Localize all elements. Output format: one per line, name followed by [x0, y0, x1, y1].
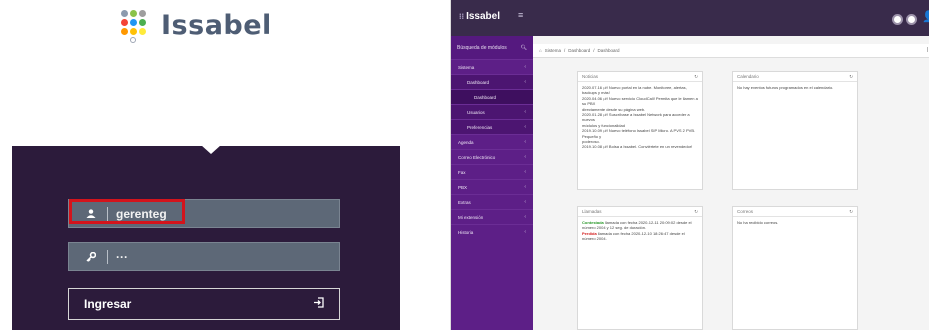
breadcrumb-item: Dashboard [597, 48, 620, 53]
widget-title: Noticias [582, 74, 599, 79]
login-logo: Issabel [119, 7, 272, 43]
logo-dots-icon: ⁝⁝ [459, 12, 465, 21]
sidebar-item-preferencias[interactable]: Preferencias ‹ [451, 119, 533, 134]
sidebar-item-sistema[interactable]: Sistema ‹ [451, 59, 533, 74]
call-entry: Perdida llamada con fecha 2020-12-10 18:… [582, 230, 685, 242]
breadcrumb-sep: / [593, 48, 595, 53]
chevron-icon: ‹ [524, 199, 526, 205]
sidebar-item-agenda[interactable]: Agenda ‹ [451, 134, 533, 149]
calendar-text: No hay eventos futuros programados en el… [737, 85, 834, 90]
sidebar-item-mi-extension[interactable]: Mi extensión ‹ [451, 209, 533, 224]
password-value[interactable]: ··· [116, 250, 339, 264]
refresh-icon[interactable]: ↻ [849, 74, 853, 80]
sidebar-item-dashboard-sub[interactable]: Dashboard [451, 89, 533, 104]
password-field[interactable]: ··· [68, 242, 340, 271]
news-item[interactable]: 2020.04.06 ¡#! Nuevo servicio CloudCall!… [582, 96, 698, 107]
sidebar-item-fax[interactable]: Fax ‹ [451, 164, 533, 179]
dashboard-brand: ⁝⁝ Issabel [459, 11, 501, 22]
chevron-icon: ‹ [524, 214, 526, 220]
chevron-icon: ‹ [524, 64, 526, 70]
news-item[interactable]: 2020.01.28 ¡#! Suscríbase a Issabel Netw… [582, 112, 698, 123]
home-icon[interactable]: ⌂ [539, 48, 542, 53]
calls-list: Contestada llamada con fecha 2020-12-11 … [578, 217, 702, 245]
status-button[interactable] [892, 14, 903, 25]
calendar-widget: Calendario ↻ No hay eventos futuros progr… [732, 71, 858, 190]
chevron-icon: ‹ [524, 124, 526, 130]
dashboard-screenshot: ⁝⁝Issabel ≡ 👤 gerenteg Búsqueda de módul… [450, 0, 929, 330]
settings-button[interactable] [906, 14, 917, 25]
user-avatar-icon[interactable]: 👤 [922, 10, 929, 23]
sidebar-item-dashboard[interactable]: Dashboard ‹ [451, 74, 533, 89]
refresh-icon[interactable]: ↻ [694, 74, 698, 80]
sidebar-item-historia[interactable]: Historia ‹ [451, 224, 533, 239]
breadcrumb-item[interactable]: Dashboard [568, 48, 590, 53]
news-item[interactable]: 2020.07.16 ¡#! Nuevo portal en la nube. … [582, 85, 698, 96]
logo-dots-icon [119, 7, 157, 43]
username-highlight-box [69, 199, 185, 224]
top-bar: ⁝⁝Issabel ≡ 👤 gerenteg [451, 0, 929, 36]
sidebar: Búsqueda de módulos 🔍︎ Sistema ‹ Dashboar… [451, 36, 533, 330]
widget-title: Llamadas [582, 209, 602, 214]
news-item[interactable]: 2019.10.09 ¡#! Nuevo teléfono Issabel SI… [582, 128, 698, 139]
breadcrumb-item[interactable]: Sistema [545, 48, 561, 53]
sidebar-item-usuarios[interactable]: Usuarios ‹ [451, 104, 533, 119]
login-submit-button[interactable]: Ingresar [68, 288, 340, 320]
calls-widget: Llamadas ↻ Contestada llamada con fecha 2… [577, 206, 703, 330]
logo-wordmark: Issabel [161, 9, 272, 41]
sidebar-item-extras[interactable]: Extras ‹ [451, 194, 533, 209]
module-search-label: Búsqueda de módulos [457, 44, 507, 51]
key-icon [79, 251, 103, 262]
sign-in-icon [313, 297, 324, 311]
widget-title: Correos [737, 209, 754, 214]
news-item[interactable]: 2019.10.08 ¡#! Bolsa a Issabel. Conviért… [582, 144, 698, 149]
chevron-icon: ‹ [524, 169, 526, 175]
chevron-icon: ‹ [524, 184, 526, 190]
module-search[interactable]: Búsqueda de módulos 🔍︎ [451, 36, 533, 59]
breadcrumb: ⌂ Sistema / Dashboard / Dashboard | [533, 44, 929, 58]
refresh-icon[interactable]: ↻ [694, 209, 698, 215]
sidebar-item-pbx[interactable]: PBX ‹ [451, 179, 533, 194]
news-widget: Noticias ↻ 2020.07.16 ¡#! Nuevo portal en… [577, 71, 703, 190]
call-entry: Contestada llamada con fecha 2020-12-11 … [582, 220, 692, 231]
chevron-icon: ‹ [524, 154, 526, 160]
chevron-icon: ‹ [524, 79, 526, 85]
widget-title: Calendario [737, 74, 759, 79]
breadcrumb-right: | [926, 47, 928, 53]
panel-notch [201, 145, 221, 154]
mail-text: No ha recibido correos. [737, 220, 779, 225]
sidebar-item-correo[interactable]: Correo Electrónico ‹ [451, 149, 533, 164]
search-icon: 🔍︎ [520, 44, 527, 51]
mail-widget: Correos ↻ No ha recibido correos. [732, 206, 858, 330]
login-submit-label: Ingresar [84, 297, 132, 311]
screenshot-root: { "login": { "brand": "Issabel", "userna… [0, 0, 929, 330]
menu-toggle-icon[interactable]: ≡ [518, 10, 523, 20]
news-list: 2020.07.16 ¡#! Nuevo portal en la nube. … [578, 82, 702, 153]
chevron-icon: ‹ [524, 229, 526, 235]
chevron-icon: ‹ [524, 139, 526, 145]
chevron-icon: ‹ [524, 109, 526, 115]
refresh-icon[interactable]: ↻ [849, 209, 853, 215]
login-panel: gerenteg ··· Ingresar [12, 145, 400, 330]
field-separator [107, 249, 108, 264]
breadcrumb-sep: / [563, 48, 566, 53]
